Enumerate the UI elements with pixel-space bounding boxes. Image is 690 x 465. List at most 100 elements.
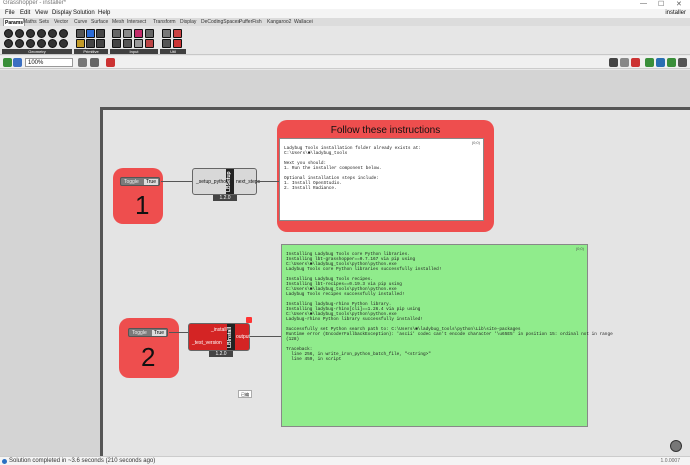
menu-solution[interactable]: Solution bbox=[73, 10, 95, 16]
file-path-icon[interactable] bbox=[145, 39, 154, 48]
slider-icon[interactable] bbox=[123, 29, 132, 38]
tab-mesh[interactable]: Mesh bbox=[111, 18, 125, 26]
user-label: installer bbox=[665, 10, 686, 16]
component-tabs: Params Maths Sets Vector Curve Surface M… bbox=[0, 18, 690, 26]
curve-param-icon[interactable] bbox=[48, 29, 57, 38]
circle-param-icon[interactable] bbox=[37, 29, 46, 38]
boolean-param-icon[interactable] bbox=[76, 29, 85, 38]
shaded-icon[interactable] bbox=[631, 58, 640, 67]
sketch-icon[interactable] bbox=[106, 58, 115, 67]
tab-pufferfish[interactable]: PufferFish bbox=[238, 18, 263, 26]
brep-param-icon[interactable] bbox=[26, 29, 35, 38]
status-text: Solution completed in ~3.6 seconds (210 … bbox=[9, 458, 156, 464]
box-param-icon[interactable] bbox=[15, 29, 24, 38]
ribbon-group-input: Input bbox=[110, 27, 158, 54]
preview-mode-icon[interactable] bbox=[609, 58, 618, 67]
path-param-icon[interactable] bbox=[76, 39, 85, 48]
toggle-component-2[interactable]: Toggle True bbox=[128, 328, 168, 337]
setup-input-label: _setup_python bbox=[196, 179, 229, 185]
close-button[interactable]: ✕ bbox=[676, 0, 682, 8]
minimize-button[interactable]: — bbox=[640, 0, 647, 7]
canvas-toolbar: 100% bbox=[0, 56, 690, 69]
tab-intersect[interactable]: Intersect bbox=[126, 18, 147, 26]
preview-blue-icon[interactable] bbox=[656, 58, 665, 67]
text-param-icon[interactable] bbox=[96, 39, 105, 48]
install-test-label: _test_version bbox=[192, 340, 222, 346]
step1-number: 1 bbox=[135, 190, 150, 220]
save-file-icon[interactable] bbox=[13, 58, 22, 67]
error-balloon-icon[interactable] bbox=[246, 317, 252, 323]
mesh-param-icon[interactable] bbox=[4, 39, 13, 48]
tab-sets[interactable]: Sets bbox=[38, 18, 50, 26]
panel2-text: Installing Ladybug Tools core Python lib… bbox=[286, 252, 613, 362]
line-param-icon[interactable] bbox=[59, 39, 68, 48]
tab-vector[interactable]: Vector bbox=[53, 18, 69, 26]
tab-kangaroo2[interactable]: Kangaroo2 bbox=[266, 18, 292, 26]
menu-file[interactable]: File bbox=[5, 10, 15, 16]
ribbon-label-util: Util bbox=[160, 49, 186, 54]
install-output-panel[interactable]: (0;0) Installing Ladybug Tools core Pyth… bbox=[281, 244, 613, 427]
ribbon-label-input: Input bbox=[110, 49, 158, 54]
vector-param-icon[interactable] bbox=[48, 39, 57, 48]
ribbon-group-primitive: Primitive bbox=[74, 27, 108, 54]
canvas[interactable]: Follow these instructions 1 Toggle True … bbox=[0, 70, 690, 456]
tab-display[interactable]: Display bbox=[179, 18, 197, 26]
menu-view[interactable]: View bbox=[35, 10, 48, 16]
toggle-value[interactable]: True bbox=[143, 179, 158, 185]
menu-display[interactable]: Display bbox=[52, 10, 72, 16]
button-icon[interactable] bbox=[112, 39, 121, 48]
component-ribbon: Geometry Primitive Input Util bbox=[0, 26, 690, 55]
fitness-icon[interactable] bbox=[173, 39, 182, 48]
wire-install-panel bbox=[250, 336, 281, 337]
menu-help[interactable]: Help bbox=[98, 10, 110, 16]
ribbon-group-util: Util bbox=[160, 27, 186, 54]
menu-edit[interactable]: Edit bbox=[20, 10, 30, 16]
integer-param-icon[interactable] bbox=[96, 29, 105, 38]
tab-curve[interactable]: Curve bbox=[73, 18, 88, 26]
lbsetup-component[interactable]: _setup_python LBSetup next_steps 1.2.0 bbox=[192, 168, 260, 201]
tab-maths[interactable]: Maths bbox=[22, 18, 38, 26]
tab-transform[interactable]: Transform bbox=[152, 18, 177, 26]
install-output-label: output bbox=[236, 334, 250, 340]
cluster-icon[interactable] bbox=[162, 39, 171, 48]
preview-green-icon[interactable] bbox=[645, 58, 654, 67]
jump-icon[interactable] bbox=[162, 29, 171, 38]
group-label[interactable]: 已编 bbox=[238, 390, 252, 398]
setup-version: 1.2.0 bbox=[213, 195, 237, 201]
colour-swatch-icon[interactable] bbox=[134, 29, 143, 38]
tab-surface[interactable]: Surface bbox=[90, 18, 109, 26]
panel-icon[interactable] bbox=[112, 29, 121, 38]
gradient-icon[interactable] bbox=[134, 39, 143, 48]
toggle-component-1[interactable]: Toggle True bbox=[120, 177, 160, 186]
plane-param-icon[interactable] bbox=[15, 39, 24, 48]
preview-icon[interactable] bbox=[90, 58, 99, 67]
status-info-icon bbox=[2, 459, 7, 464]
zoom-field[interactable]: 100% bbox=[25, 58, 73, 67]
open-file-icon[interactable] bbox=[3, 58, 12, 67]
canvas-navigator-icon[interactable] bbox=[670, 440, 682, 452]
toggle-icon[interactable] bbox=[145, 29, 154, 38]
value-list-icon[interactable] bbox=[123, 39, 132, 48]
number-param-icon[interactable] bbox=[86, 39, 95, 48]
field-param-icon[interactable] bbox=[59, 29, 68, 38]
panel2-line: line 459, in script bbox=[286, 357, 342, 362]
install-nickname: LBInstall bbox=[227, 324, 235, 350]
wire-setup-panel bbox=[257, 181, 279, 182]
menu-bar: File Edit View Display Solution Help ins… bbox=[0, 9, 690, 18]
next-steps-panel[interactable]: (0;0) Ladybug Tools installation folder … bbox=[279, 138, 484, 221]
panel2-corner: (0;0) bbox=[575, 246, 584, 251]
preview-settings-icon[interactable] bbox=[667, 58, 676, 67]
toggle-value[interactable]: True bbox=[151, 330, 166, 336]
wireframe-icon[interactable] bbox=[620, 58, 629, 67]
maximize-button[interactable]: ☐ bbox=[658, 0, 664, 8]
geometry-param-icon[interactable] bbox=[4, 29, 13, 38]
surface-param-icon[interactable] bbox=[37, 39, 46, 48]
zoom-extents-icon[interactable] bbox=[78, 58, 87, 67]
tab-decodingspaces[interactable]: DeCodingSpaces bbox=[200, 18, 241, 26]
data-dam-icon[interactable] bbox=[173, 29, 182, 38]
tab-wallacei[interactable]: Wallacei bbox=[293, 18, 314, 26]
lbinstall-component[interactable]: _install _test_version LBInstall output … bbox=[188, 323, 250, 357]
point-param-icon[interactable] bbox=[26, 39, 35, 48]
toolbar-options-icon[interactable] bbox=[678, 58, 687, 67]
colour-param-icon[interactable] bbox=[86, 29, 95, 38]
